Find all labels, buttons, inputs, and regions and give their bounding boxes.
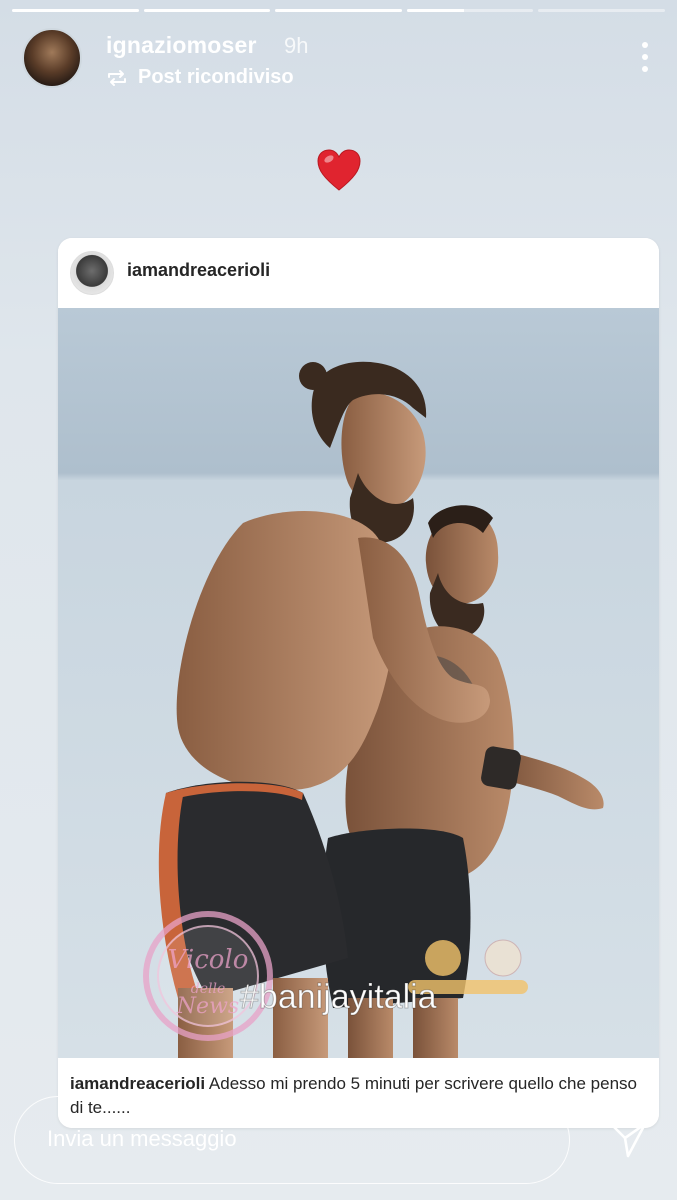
progress-fill	[275, 9, 402, 12]
send-icon[interactable]	[606, 1118, 650, 1162]
message-input[interactable]	[45, 1125, 529, 1153]
repost-indicator: Post ricondiviso	[106, 66, 294, 89]
repost-label: Post ricondiviso	[138, 66, 294, 88]
progress-segment	[143, 9, 271, 12]
repost-icon	[108, 69, 126, 86]
progress-fill	[143, 9, 271, 12]
caption-username[interactable]: iamandreacerioli	[70, 1074, 205, 1093]
progress-segment	[275, 9, 402, 12]
progress-fill	[12, 9, 139, 12]
story-username[interactable]: ignaziomoser	[106, 32, 257, 59]
watermark-logo: Vicolo delle News	[143, 911, 273, 1041]
story-progress	[12, 9, 665, 12]
post-avatar[interactable]	[70, 251, 114, 295]
photo-hashtag: #banijayitalia	[240, 978, 437, 1016]
story-time: 9h	[284, 33, 309, 58]
message-box[interactable]	[14, 1096, 570, 1184]
heart-icon	[317, 149, 361, 191]
story-header: ignaziomoser 9h Post ricondiviso	[22, 28, 655, 92]
progress-segment	[538, 9, 665, 12]
progress-segment	[12, 9, 139, 12]
svg-text:News: News	[176, 994, 239, 1019]
avatar[interactable]	[22, 28, 82, 88]
more-options-icon[interactable]	[635, 40, 655, 74]
progress-segment	[406, 9, 534, 12]
post-username[interactable]: iamandreacerioli	[127, 260, 270, 281]
post-photo[interactable]: Vicolo delle News #banijayitalia	[58, 308, 659, 1058]
post-header: iamandreacerioli	[58, 238, 659, 308]
progress-fill	[406, 9, 464, 12]
shared-post-card[interactable]: iamandreacerioli Vicolo delle News #bani…	[58, 238, 659, 1128]
svg-text:Vicolo: Vicolo	[168, 945, 249, 975]
